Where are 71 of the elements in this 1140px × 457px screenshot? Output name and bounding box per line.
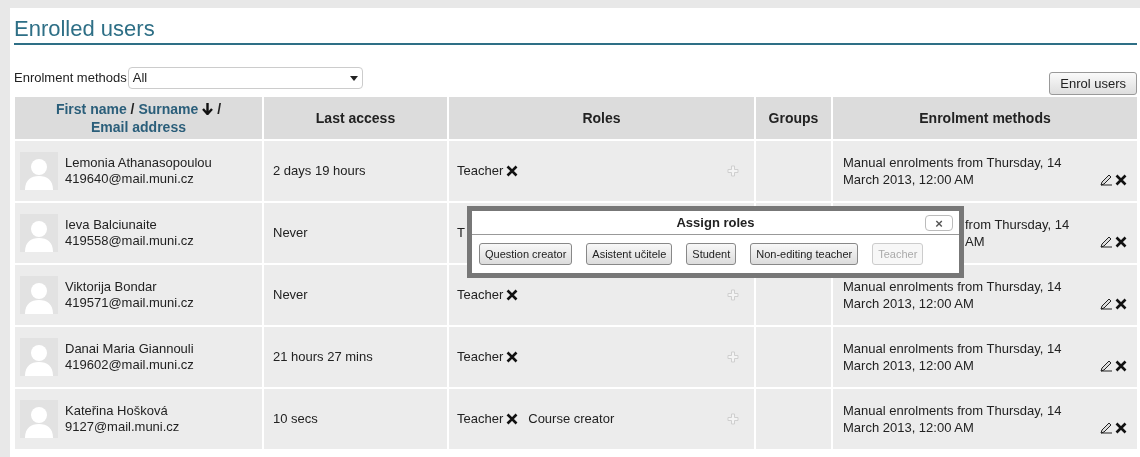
user-name: Kateřina Hošková	[65, 403, 169, 419]
edit-icon[interactable]	[1100, 236, 1113, 248]
column-header: Last access	[315, 108, 396, 128]
remove-icon[interactable]	[1115, 298, 1127, 310]
role-button[interactable]: Non-editing teacher	[750, 243, 859, 265]
remove-icon[interactable]	[1115, 360, 1127, 372]
column-header: Enrolment methods	[919, 108, 1051, 128]
remove-icon[interactable]	[506, 165, 519, 177]
enrolment-text: Manual enrolments from Thursday, 14	[843, 278, 1063, 295]
last-access: 2 days 19 hours	[273, 162, 366, 181]
edit-icon[interactable]	[1100, 422, 1113, 434]
enrolment-text: March 2013, 12:00 AM	[843, 171, 975, 188]
role-name: Course creator	[528, 410, 615, 429]
role-button[interactable]: Asistent učitele	[586, 243, 673, 265]
enrolment-text: Manual enrolments from Thursday, 14	[843, 402, 1063, 419]
avatar-icon	[20, 214, 58, 252]
user-email: 419571@mail.muni.cz	[65, 295, 194, 311]
user-name: Viktorija Bondar	[65, 279, 158, 295]
user-email: 419640@mail.muni.cz	[65, 171, 195, 187]
enrolment-text: March 2013, 12:00 AM	[843, 295, 975, 312]
remove-icon[interactable]	[1115, 422, 1127, 434]
last-access: 21 hours 27 mins	[273, 348, 373, 367]
page-title: Enrolled users	[14, 16, 156, 42]
user-email: 419558@mail.muni.cz	[65, 233, 194, 249]
role-name: Teacher	[457, 162, 504, 181]
remove-icon[interactable]	[506, 289, 519, 301]
dialog-title: Assign roles	[676, 213, 755, 232]
last-access: Never	[273, 224, 308, 243]
edit-icon[interactable]	[1100, 174, 1113, 186]
user-email: 419602@mail.muni.cz	[65, 357, 194, 373]
enrolment-methods-select[interactable]: All	[127, 67, 363, 89]
sort-link[interactable]: Surname	[138, 101, 214, 117]
edit-icon[interactable]	[1100, 298, 1113, 310]
role-button[interactable]: Student	[686, 243, 737, 265]
remove-icon[interactable]	[1115, 236, 1127, 248]
separator: /	[217, 101, 222, 117]
enrolment-text: March 2013, 12:00 AM	[843, 419, 975, 436]
enrolment-text: from Thursday, 14	[965, 216, 1071, 233]
role-button[interactable]: Question creator	[479, 243, 573, 265]
filter-label: Enrolment methods	[14, 69, 127, 88]
sort-arrow-icon	[202, 102, 214, 115]
user-name: Danai Maria Giannouli	[65, 341, 194, 357]
sort-link[interactable]: First name	[55, 101, 127, 117]
last-access: 10 secs	[273, 410, 318, 429]
avatar-icon	[20, 152, 58, 190]
remove-icon[interactable]	[506, 413, 519, 425]
last-access: Never	[273, 286, 308, 305]
enrolment-text: AM	[965, 233, 986, 250]
avatar-icon	[20, 276, 58, 314]
dropdown-arrow-icon	[349, 75, 358, 81]
separator: /	[130, 101, 135, 117]
user-email: 9127@mail.muni.cz	[65, 419, 180, 435]
enrolment-text: Manual enrolments from Thursday, 14	[843, 154, 1063, 171]
enrolment-text: Manual enrolments from Thursday, 14	[843, 340, 1063, 357]
role-name: Teacher	[457, 348, 504, 367]
user-name: Ieva Balciunaite	[65, 217, 158, 233]
user-name: Lemonia Athanasopoulou	[65, 155, 212, 171]
remove-icon[interactable]	[506, 351, 519, 363]
close-button[interactable]: ×	[925, 215, 953, 231]
role-name: Teacher	[457, 286, 504, 305]
sort-link[interactable]: Email address	[91, 119, 186, 135]
role-name: T	[457, 224, 465, 243]
role-name: Teacher	[457, 410, 504, 429]
remove-icon[interactable]	[1115, 174, 1127, 186]
enrolment-text: March 2013, 12:00 AM	[843, 357, 975, 374]
column-header: Roles	[582, 108, 621, 128]
avatar-icon	[20, 338, 58, 376]
edit-icon[interactable]	[1100, 360, 1113, 372]
column-header: Groups	[768, 108, 819, 128]
enrol-users-button[interactable]: Enrol users	[1049, 72, 1137, 95]
avatar-icon	[20, 400, 58, 438]
